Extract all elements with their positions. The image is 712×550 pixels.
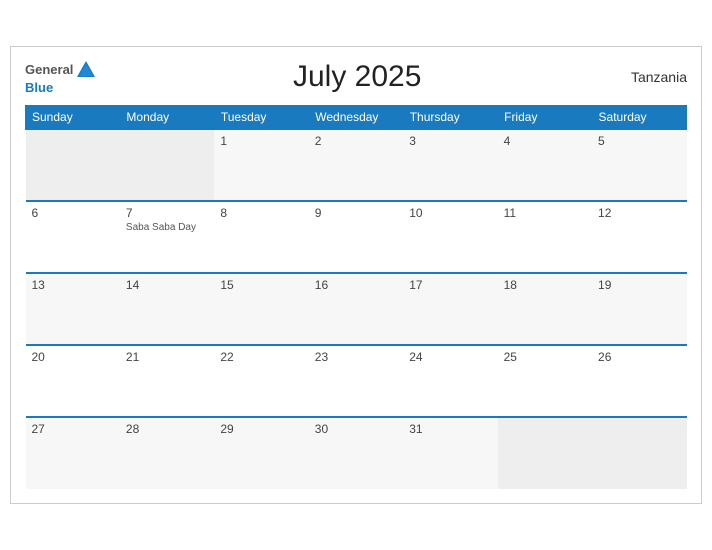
calendar-cell	[592, 417, 686, 489]
day-number: 19	[598, 278, 680, 292]
logo: General Blue	[25, 59, 97, 95]
day-number: 18	[504, 278, 586, 292]
calendar-cell: 26	[592, 345, 686, 417]
calendar-header: General Blue July 2025 Tanzania	[25, 59, 687, 95]
day-number: 4	[504, 134, 586, 148]
calendar-cell: 12	[592, 201, 686, 273]
calendar-cell: 14	[120, 273, 214, 345]
calendar-cell: 19	[592, 273, 686, 345]
day-number: 3	[409, 134, 491, 148]
calendar-cell: 7 Saba Saba Day	[120, 201, 214, 273]
calendar-tbody: 1234567Saba Saba Day89101112131415161718…	[26, 129, 687, 489]
calendar-week-row: 20 21 22 23 24 25 26	[26, 345, 687, 417]
weekday-header-sunday: Sunday	[26, 106, 120, 130]
day-number: 5	[598, 134, 680, 148]
calendar-title: July 2025	[97, 60, 617, 94]
calendar-table: SundayMondayTuesdayWednesdayThursdayFrid…	[25, 105, 687, 489]
day-number: 14	[126, 278, 208, 292]
day-number: 22	[220, 350, 302, 364]
weekday-header-monday: Monday	[120, 106, 214, 130]
calendar-cell: 15	[214, 273, 308, 345]
calendar-cell: 29	[214, 417, 308, 489]
day-number: 26	[598, 350, 680, 364]
calendar-cell: 18	[498, 273, 592, 345]
calendar-cell: 23	[309, 345, 403, 417]
calendar-cell: 3	[403, 129, 497, 201]
day-number: 21	[126, 350, 208, 364]
calendar-cell: 25	[498, 345, 592, 417]
calendar-cell: 2	[309, 129, 403, 201]
calendar-cell: 11	[498, 201, 592, 273]
calendar-cell: 8	[214, 201, 308, 273]
weekday-header-friday: Friday	[498, 106, 592, 130]
calendar-cell: 21	[120, 345, 214, 417]
calendar-week-row: 27 28 29 30 31	[26, 417, 687, 489]
day-number: 9	[315, 206, 397, 220]
weekday-header-tuesday: Tuesday	[214, 106, 308, 130]
day-number: 13	[32, 278, 114, 292]
logo-blue: Blue	[25, 81, 53, 95]
calendar-cell	[26, 129, 120, 201]
day-number: 1	[220, 134, 302, 148]
day-number: 25	[504, 350, 586, 364]
day-number: 15	[220, 278, 302, 292]
day-number: 6	[32, 206, 114, 220]
day-number: 27	[32, 422, 114, 436]
calendar-cell: 28	[120, 417, 214, 489]
calendar-cell: 13	[26, 273, 120, 345]
calendar-cell	[498, 417, 592, 489]
day-number: 7	[126, 206, 208, 220]
calendar-cell: 30	[309, 417, 403, 489]
weekday-header-row: SundayMondayTuesdayWednesdayThursdayFrid…	[26, 106, 687, 130]
day-number: 12	[598, 206, 680, 220]
day-number: 10	[409, 206, 491, 220]
day-number: 30	[315, 422, 397, 436]
day-number: 20	[32, 350, 114, 364]
calendar-week-row: 12345	[26, 129, 687, 201]
calendar-cell: 4	[498, 129, 592, 201]
calendar-cell	[120, 129, 214, 201]
day-number: 17	[409, 278, 491, 292]
calendar-cell: 9	[309, 201, 403, 273]
calendar-cell: 31	[403, 417, 497, 489]
calendar-cell: 5	[592, 129, 686, 201]
day-number: 11	[504, 206, 586, 220]
weekday-header-wednesday: Wednesday	[309, 106, 403, 130]
calendar-cell: 16	[309, 273, 403, 345]
day-number: 2	[315, 134, 397, 148]
calendar-cell: 27	[26, 417, 120, 489]
calendar-week-row: 67 Saba Saba Day 89 10 11 12	[26, 201, 687, 273]
calendar-container: General Blue July 2025 Tanzania SundayMo…	[10, 46, 702, 504]
calendar-cell: 1	[214, 129, 308, 201]
calendar-cell: 24	[403, 345, 497, 417]
day-number: 29	[220, 422, 302, 436]
logo-general: General	[25, 63, 73, 77]
day-number: 8	[220, 206, 302, 220]
day-number: 31	[409, 422, 491, 436]
logo-icon	[75, 59, 97, 81]
day-number: 23	[315, 350, 397, 364]
calendar-week-row: 13 14 15 16 17 18 19	[26, 273, 687, 345]
calendar-cell: 10	[403, 201, 497, 273]
day-number: 16	[315, 278, 397, 292]
country-label: Tanzania	[617, 69, 687, 85]
weekday-header-saturday: Saturday	[592, 106, 686, 130]
calendar-cell: 22	[214, 345, 308, 417]
calendar-thead: SundayMondayTuesdayWednesdayThursdayFrid…	[26, 106, 687, 130]
weekday-header-thursday: Thursday	[403, 106, 497, 130]
calendar-cell: 20	[26, 345, 120, 417]
calendar-cell: 6	[26, 201, 120, 273]
day-number: 24	[409, 350, 491, 364]
day-number: 28	[126, 422, 208, 436]
calendar-cell: 17	[403, 273, 497, 345]
holiday-label: Saba Saba Day	[126, 222, 208, 233]
